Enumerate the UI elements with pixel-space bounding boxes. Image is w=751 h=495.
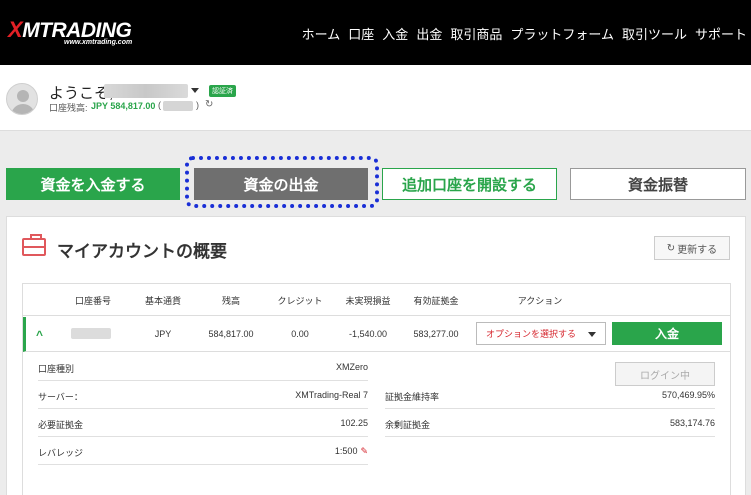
nav-products[interactable]: 取引商品 (450, 24, 502, 43)
row-credit: 0.00 (291, 329, 309, 339)
nav-home[interactable]: ホーム (302, 24, 341, 43)
chevron-down-icon (588, 332, 596, 337)
balance-value: JPY 584,817.00 (91, 101, 156, 111)
account-details: 口座種別 XMZero ログイン中 サーバー： XMTrading-Real 7… (23, 353, 730, 495)
nav-support[interactable]: サポート (695, 24, 747, 43)
th-action: アクション (517, 296, 563, 306)
paren-close: ) (196, 100, 199, 110)
user-bar: ようこそ, 認証済 口座残高: JPY 584,817.00 ( ) ↻ (0, 65, 751, 131)
avatar (6, 83, 38, 115)
detail-account-type: 口座種別 XMZero (38, 353, 368, 381)
refresh-label: 更新する (677, 244, 718, 256)
detail-value: 570,469.95% (661, 390, 715, 400)
table-header: 口座番号 基本通貨 残高 クレジット 未実現損益 有効証拠金 アクション (23, 284, 730, 316)
action-options-select[interactable]: オプションを選択する (476, 322, 606, 345)
th-balance: 残高 (221, 296, 241, 306)
nav-deposit[interactable]: 入金 (382, 24, 408, 43)
detail-required-margin: 必要証拠金 102.25 (38, 409, 368, 437)
th-equity: 有効証拠金 (413, 296, 459, 306)
detail-label: 口座種別 (38, 364, 75, 374)
detail-value: 1:500 ✎ (335, 446, 368, 457)
detail-value: 583,174.76 (669, 418, 715, 428)
edit-pencil-icon[interactable]: ✎ (360, 446, 368, 456)
refresh-button[interactable]: ↻ 更新する (654, 236, 730, 260)
leverage-value: 1:500 (334, 446, 358, 456)
nav-withdraw[interactable]: 出金 (416, 24, 442, 43)
transfer-funds-button[interactable]: 資金振替 (570, 168, 746, 200)
th-base-currency: 基本通貨 (144, 296, 182, 306)
row-deposit-button[interactable]: 入金 (612, 322, 722, 345)
nav-account[interactable]: 口座 (348, 24, 374, 43)
detail-free-margin: 余剰証拠金 583,174.76 (385, 409, 715, 437)
deposit-funds-button[interactable]: 資金を入金する (6, 168, 180, 200)
detail-label: 証拠金維持率 (385, 392, 440, 402)
detail-margin-level: 証拠金維持率 570,469.95% (385, 381, 715, 409)
table-row: ^ JPY 584,817.00 0.00 -1,540.00 583,277.… (23, 317, 730, 352)
top-navbar: XMTRADING www.xmtrading.com ホーム 口座 入金 出金… (0, 0, 751, 65)
refresh-icon: ↻ (666, 242, 676, 254)
main-nav: ホーム 口座 入金 出金 取引商品 プラットフォーム 取引ツール サポート (302, 24, 747, 43)
detail-value: XMZero (335, 362, 368, 372)
panel-title: マイアカウントの概要 (57, 242, 227, 261)
detail-server: サーバー： XMTrading-Real 7 (38, 381, 368, 409)
detail-label: 余剰証拠金 (385, 420, 431, 430)
focus-highlight (185, 156, 379, 208)
th-account-number: 口座番号 (74, 296, 112, 306)
user-menu-caret-icon[interactable] (191, 88, 199, 93)
th-unrealized-pl: 未実現損益 (345, 296, 391, 306)
detail-label: 必要証拠金 (38, 420, 84, 430)
detail-value: XMTrading-Real 7 (295, 390, 368, 400)
detail-label: レバレッジ (38, 448, 84, 458)
nav-platform[interactable]: プラットフォーム (510, 24, 614, 43)
xmtrading-logo[interactable]: XMTRADING (8, 19, 132, 42)
nav-tools[interactable]: 取引ツール (622, 24, 687, 43)
row-equity: 583,277.00 (413, 329, 459, 339)
account-overview-panel: マイアカウントの概要 ↻ 更新する 口座番号 基本通貨 残高 クレジット 未実現… (6, 216, 746, 495)
paren-open: ( (158, 100, 161, 110)
balance-label: 口座残高: (49, 103, 88, 113)
verified-badge: 認証済 (209, 85, 236, 97)
row-balance: 584,817.00 (208, 329, 254, 339)
briefcase-icon (22, 234, 46, 256)
account-number-redacted (71, 328, 111, 339)
row-unrealized-pl: -1,540.00 (348, 329, 388, 339)
select-label: オプションを選択する (486, 329, 577, 339)
accounts-table: 口座番号 基本通貨 残高 クレジット 未実現損益 有効証拠金 アクション ^ J… (22, 283, 731, 495)
row-currency: JPY (154, 329, 172, 339)
detail-label: サーバー： (38, 392, 83, 402)
detail-value: 102.25 (340, 418, 368, 428)
th-credit: クレジット (277, 296, 323, 306)
open-additional-account-button[interactable]: 追加口座を開設する (382, 168, 557, 200)
balance-detail-redacted (163, 101, 193, 111)
collapse-chevron-icon[interactable]: ^ (36, 328, 43, 342)
logo-url: www.xmtrading.com (64, 39, 133, 46)
detail-leverage: レバレッジ 1:500 ✎ (38, 437, 368, 465)
user-name-redacted (104, 84, 188, 98)
refresh-balance-icon[interactable]: ↻ (205, 99, 213, 110)
